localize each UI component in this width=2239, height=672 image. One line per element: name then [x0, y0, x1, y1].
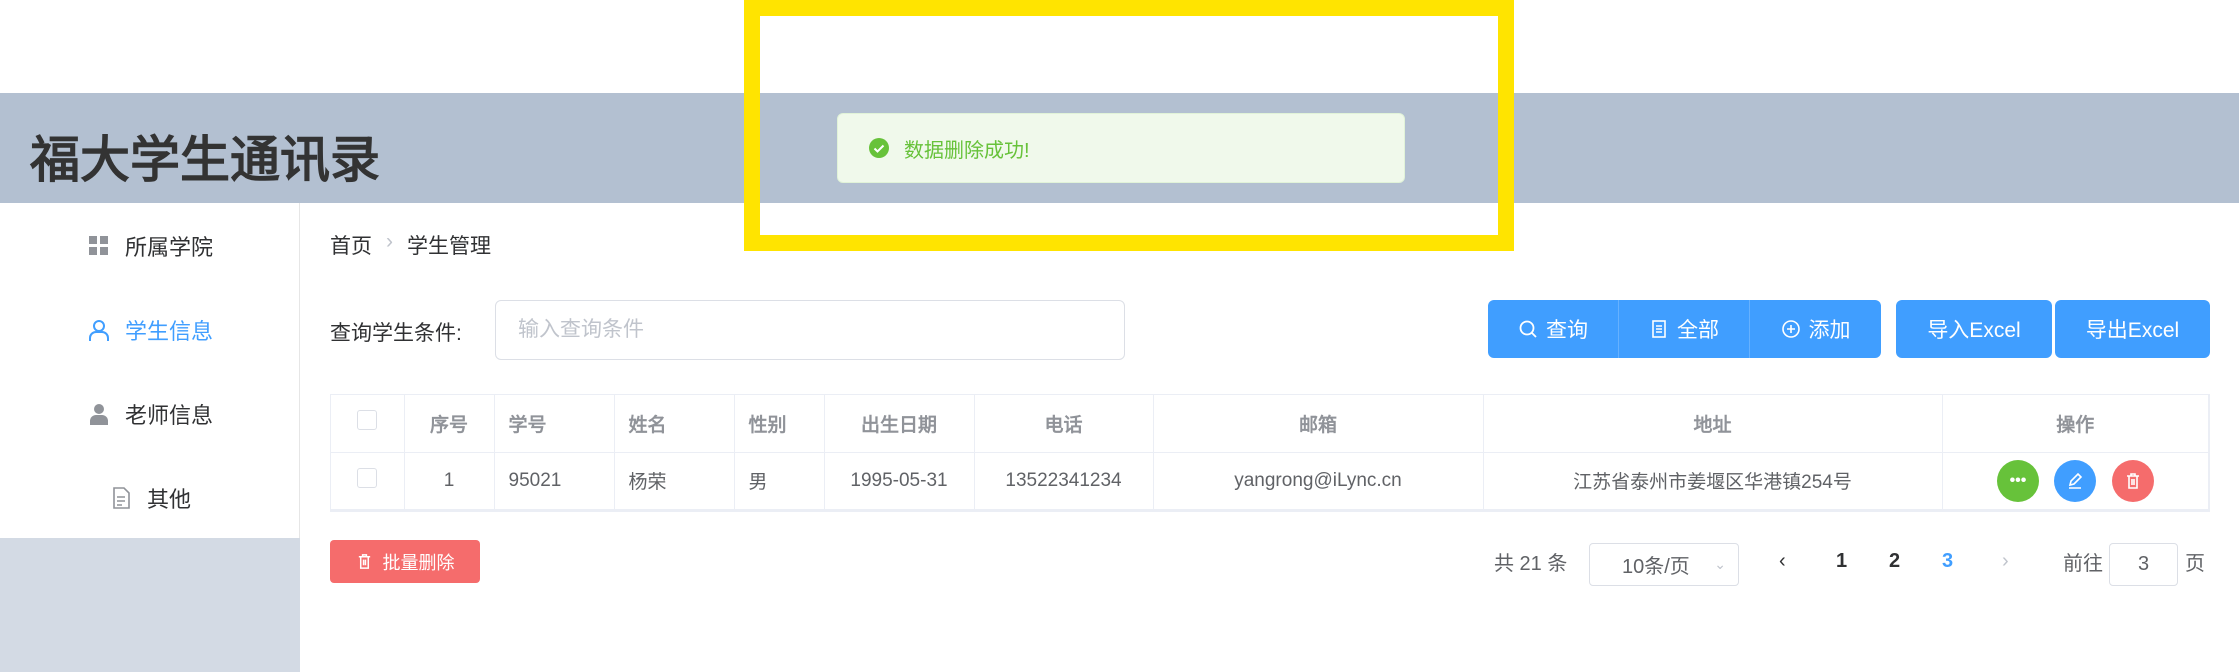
import-excel-button[interactable]: 导入Excel [1896, 300, 2052, 358]
toast-message: 数据删除成功! [904, 139, 1030, 162]
all-label: 全部 [1677, 319, 1719, 342]
header-phone: 电话 [974, 395, 1154, 453]
trash-icon [358, 554, 370, 569]
cell-phone: 13522341234 [974, 452, 1154, 509]
add-button[interactable]: 添加 [1750, 300, 1881, 358]
user-outline-icon [88, 320, 109, 341]
cell-index: 1 [404, 452, 495, 509]
students-table: 序号 学号 姓名 性别 出生日期 电话 邮箱 地址 操作 1 95021 杨荣 … [330, 394, 2210, 512]
header-birthdate: 出生日期 [824, 395, 975, 453]
header-address: 地址 [1483, 395, 1943, 453]
export-excel-button[interactable]: 导出Excel [2055, 300, 2210, 358]
table-row: 1 95021 杨荣 男 1995-05-31 13522341234 yang… [331, 452, 2209, 509]
batch-delete-label: 批量删除 [382, 552, 455, 573]
breadcrumb-home[interactable]: 首页 [330, 230, 372, 260]
success-toast: 数据删除成功! [837, 113, 1405, 183]
delete-button[interactable] [2111, 459, 2154, 502]
action-button-group: 查询 全部 添加 [1488, 300, 1881, 358]
sidebar-item-other[interactable]: 其他 [0, 468, 300, 528]
cell-address: 江苏省泰州市姜堰区华港镇254号 [1483, 452, 1943, 509]
page-size-value: 10条/页 [1622, 556, 1690, 578]
list-icon [1652, 320, 1666, 338]
document-icon [113, 487, 130, 509]
page-suffix: 页 [2185, 553, 2205, 575]
add-label: 添加 [1808, 319, 1851, 342]
grid-icon [88, 236, 108, 255]
header-student-id: 学号 [494, 395, 615, 453]
query-button[interactable]: 查询 [1488, 300, 1619, 358]
goto-label: 前往 [2063, 553, 2103, 575]
sidebar-item-label: 其他 [146, 487, 191, 512]
show-all-button[interactable]: 全部 [1619, 300, 1750, 358]
more-icon: ••• [2009, 471, 2027, 489]
header-index: 序号 [404, 395, 495, 453]
app-title: 福大学生通讯录 [30, 132, 380, 188]
chevron-down-icon: ⌄ [1714, 556, 1726, 572]
prev-page-button[interactable]: ‹ [1779, 550, 1786, 573]
page-2[interactable]: 2 [1889, 550, 1900, 573]
header-name: 姓名 [614, 395, 735, 453]
page-size-select[interactable]: 10条/页 ⌄ [1589, 543, 1739, 586]
sidebar-item-teachers[interactable]: 老师信息 [0, 384, 300, 444]
sidebar-item-label: 老师信息 [124, 403, 213, 428]
cell-name: 杨荣 [614, 452, 735, 509]
trash-icon [2126, 472, 2139, 489]
breadcrumb-current: 学生管理 [407, 235, 491, 258]
cell-actions: ••• [1942, 452, 2209, 509]
next-page-button[interactable]: › [2002, 550, 2009, 573]
search-icon [1519, 320, 1537, 338]
page-3-current[interactable]: 3 [1942, 550, 1953, 573]
table-header-row: 序号 学号 姓名 性别 出生日期 电话 邮箱 地址 操作 [331, 395, 2209, 453]
cell-birthdate: 1995-05-31 [824, 452, 975, 509]
more-button[interactable]: ••• [1996, 459, 2039, 502]
header-gender: 性别 [734, 395, 825, 453]
sidebar-item-label: 学生信息 [124, 319, 213, 344]
edit-button[interactable] [2054, 459, 2097, 502]
edit-icon [2069, 472, 2083, 489]
chevron-right-icon: › [386, 230, 393, 253]
sidebar-item-students[interactable]: 学生信息 [0, 300, 300, 360]
cell-student-id: 95021 [494, 452, 615, 509]
batch-delete-button[interactable]: 批量删除 [330, 540, 480, 583]
sidebar-footer [0, 538, 300, 672]
goto-page-input[interactable] [2109, 543, 2178, 586]
user-filled-icon [89, 404, 108, 425]
sidebar-item-college[interactable]: 所属学院 [0, 216, 300, 276]
select-all-checkbox[interactable] [357, 410, 378, 431]
header-actions: 操作 [1942, 395, 2209, 453]
cell-email: yangrong@iLync.cn [1153, 452, 1484, 509]
cell-gender: 男 [734, 452, 825, 509]
plus-circle-icon [1781, 320, 1800, 338]
search-label: 查询学生条件: [330, 322, 462, 345]
pagination-total: 共 21 条 [1494, 553, 1568, 575]
check-circle-icon [869, 138, 889, 158]
page-1[interactable]: 1 [1836, 550, 1847, 573]
header-email: 邮箱 [1153, 395, 1484, 453]
breadcrumb: 首页 › 学生管理 [330, 230, 491, 260]
sidebar-item-label: 所属学院 [124, 235, 213, 260]
row-checkbox[interactable] [357, 467, 378, 488]
search-input[interactable] [495, 300, 1125, 360]
query-label: 查询 [1546, 319, 1588, 342]
